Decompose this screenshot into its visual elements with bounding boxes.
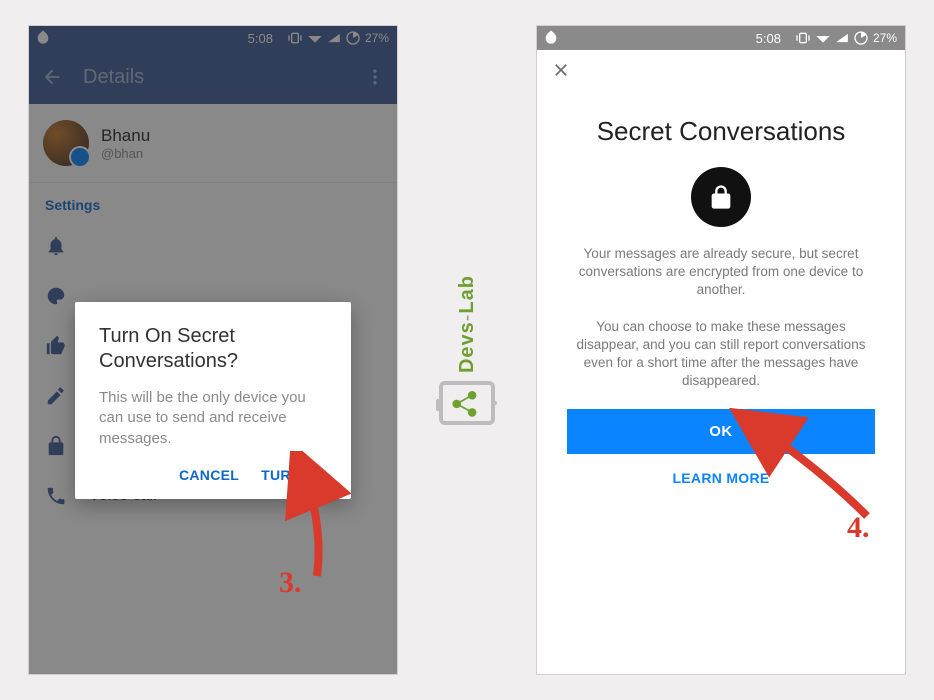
battery-icon	[853, 30, 869, 46]
wifi-icon	[815, 32, 831, 44]
secret-dialog: Turn On Secret Conversations? This will …	[75, 302, 351, 499]
vibrate-icon	[795, 32, 811, 44]
lock-icon	[707, 183, 735, 211]
devslab-logo: Devs-Lab	[432, 275, 502, 425]
signal-icon	[835, 32, 849, 44]
status-battery: 27%	[873, 31, 897, 45]
dialog-title: Turn On Secret Conversations?	[99, 324, 327, 374]
learn-more-button[interactable]: LEARN MORE	[567, 470, 875, 486]
cancel-button[interactable]: CANCEL	[179, 467, 239, 483]
logo-phone-icon	[439, 381, 495, 425]
close-icon	[551, 60, 571, 80]
leaf-icon	[543, 29, 559, 45]
turn-on-button[interactable]: TURN ON	[261, 467, 327, 483]
dialog-body: This will be the only device you can use…	[99, 388, 327, 449]
close-button[interactable]	[551, 60, 571, 86]
lock-badge	[691, 167, 751, 227]
secret-title: Secret Conversations	[567, 116, 875, 147]
secret-para1: Your messages are already secure, but se…	[567, 245, 875, 300]
logo-text: Devs-Lab	[456, 275, 479, 373]
status-bar: 5:08 27%	[537, 26, 905, 50]
secret-para2: You can choose to make these messages di…	[567, 318, 875, 391]
phone-right: 5:08 27% Secret Conversations Your messa…	[536, 25, 906, 675]
status-time: 5:08	[756, 31, 781, 46]
step4-label: 4.	[847, 511, 870, 545]
ok-button[interactable]: OK	[567, 409, 875, 454]
phone-left: 5:08 27% Details Bhanu @bhan Settings	[28, 25, 398, 675]
